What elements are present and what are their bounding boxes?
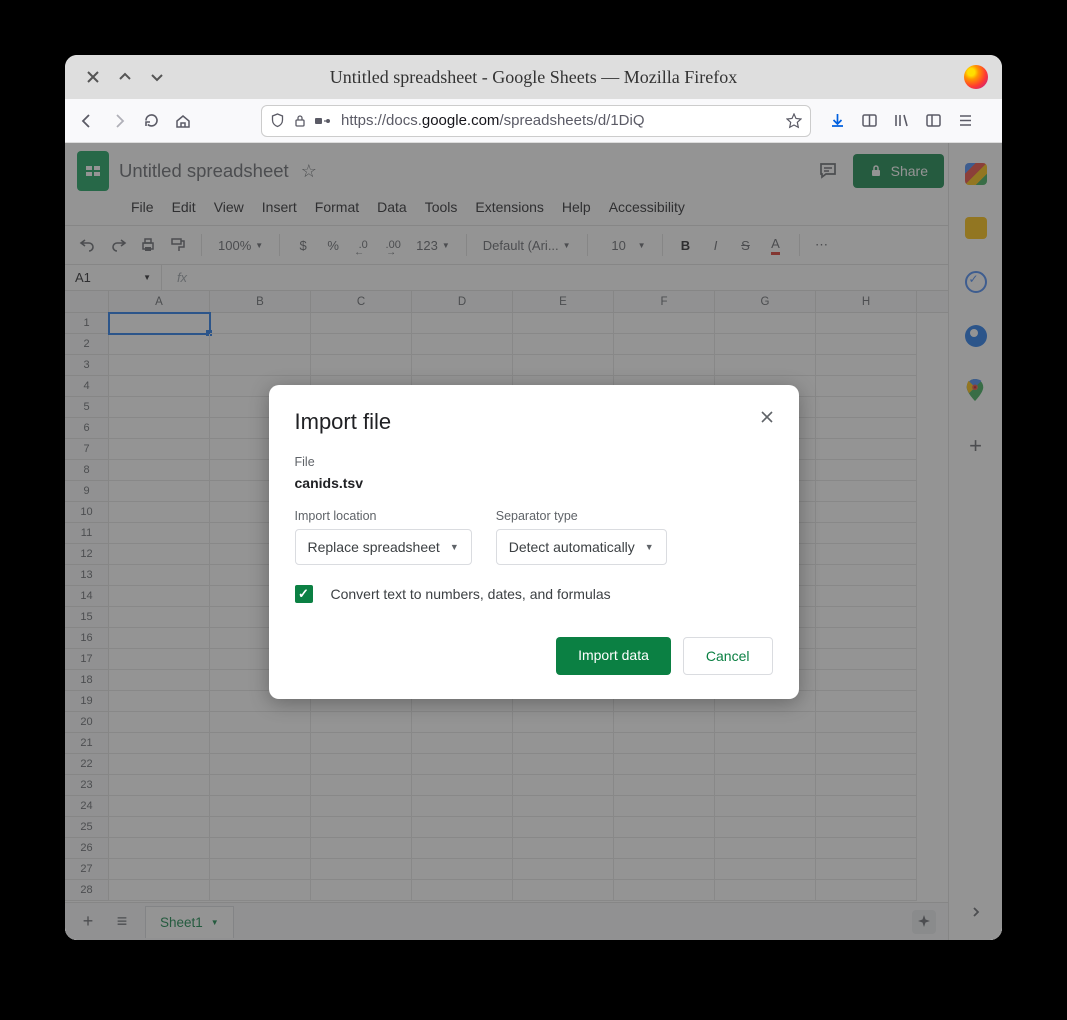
window-up-icon[interactable] <box>115 67 135 87</box>
browser-toolbar: https://docs.google.com/spreadsheets/d/1… <box>65 99 1002 143</box>
account-icon[interactable] <box>855 107 883 135</box>
import-location-dropdown[interactable]: Replace spreadsheet▼ <box>295 529 472 565</box>
import-location-label: Import location <box>295 509 472 523</box>
window-down-icon[interactable] <box>147 67 167 87</box>
file-name: canids.tsv <box>295 475 773 491</box>
home-icon[interactable] <box>169 107 197 135</box>
url-bar[interactable]: https://docs.google.com/spreadsheets/d/1… <box>261 105 811 137</box>
import-data-button[interactable]: Import data <box>556 637 671 675</box>
permissions-icon <box>315 114 333 128</box>
sidebar-icon[interactable] <box>919 107 947 135</box>
cancel-button[interactable]: Cancel <box>683 637 773 675</box>
library-icon[interactable] <box>887 107 915 135</box>
nav-forward-icon[interactable] <box>105 107 133 135</box>
firefox-icon <box>964 65 988 89</box>
bookmark-star-icon[interactable] <box>786 113 802 129</box>
file-label: File <box>295 455 773 469</box>
window-close-icon[interactable] <box>83 67 103 87</box>
url-text: https://docs.google.com/spreadsheets/d/1… <box>341 112 778 129</box>
lock-icon <box>293 114 307 128</box>
separator-type-label: Separator type <box>496 509 667 523</box>
reload-icon[interactable] <box>137 107 165 135</box>
import-file-dialog: Import file File canids.tsv Import locat… <box>269 385 799 699</box>
browser-window: Untitled spreadsheet - Google Sheets — M… <box>65 55 1002 940</box>
dialog-close-icon[interactable] <box>753 403 781 431</box>
nav-back-icon[interactable] <box>73 107 101 135</box>
shield-icon <box>270 113 285 128</box>
sheets-app: Untitled spreadsheet ☆ Share R File Edit… <box>65 143 1002 940</box>
convert-label: Convert text to numbers, dates, and form… <box>331 586 611 602</box>
dialog-title: Import file <box>295 409 773 435</box>
downloads-icon[interactable] <box>823 107 851 135</box>
window-title: Untitled spreadsheet - Google Sheets — M… <box>65 67 1002 88</box>
separator-type-dropdown[interactable]: Detect automatically▼ <box>496 529 667 565</box>
hamburger-icon[interactable] <box>951 107 979 135</box>
convert-checkbox[interactable]: ✓ <box>295 585 313 603</box>
modal-overlay: Import file File canids.tsv Import locat… <box>65 143 1002 940</box>
window-titlebar: Untitled spreadsheet - Google Sheets — M… <box>65 55 1002 99</box>
